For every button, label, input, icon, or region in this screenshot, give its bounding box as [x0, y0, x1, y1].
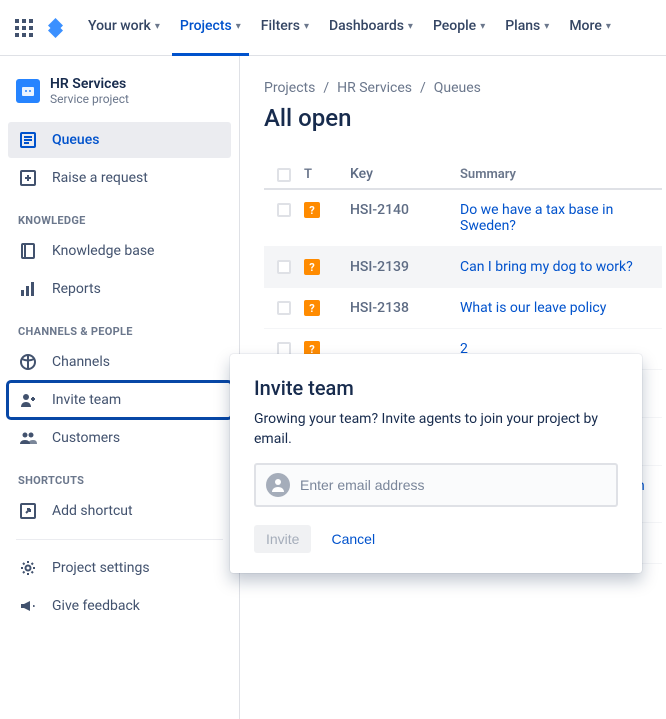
modal-title: Invite team: [254, 376, 618, 400]
top-navigation: Your work ▾ Projects ▾ Filters ▾ Dashboards…: [0, 0, 666, 56]
issue-summary-link[interactable]: What is our leave policy: [460, 300, 606, 316]
nav-your-work[interactable]: Your work ▾: [80, 0, 168, 56]
sidebar-heading-shortcuts: SHORTCUTS: [8, 458, 231, 493]
sidebar-label: Channels: [52, 354, 110, 370]
sidebar-item-give-feedback[interactable]: Give feedback: [8, 588, 231, 624]
person-icon: [266, 473, 290, 497]
column-header-summary[interactable]: Summary: [460, 167, 662, 182]
issue-key[interactable]: HSI-2140: [350, 202, 460, 218]
nav-plans[interactable]: Plans ▾: [497, 0, 557, 56]
sidebar-heading-channels: CHANNELS & PEOPLE: [8, 309, 231, 344]
breadcrumb-projects[interactable]: Projects: [264, 80, 315, 96]
issue-summary-link[interactable]: Can I bring my dog to work?: [460, 259, 633, 275]
sidebar-label: Queues: [52, 132, 99, 148]
chevron-down-icon: ▾: [544, 21, 549, 32]
row-checkbox[interactable]: [277, 203, 291, 217]
sidebar-item-add-shortcut[interactable]: Add shortcut: [8, 493, 231, 529]
sidebar-item-reports[interactable]: Reports: [8, 271, 231, 307]
nav-label: Projects: [180, 18, 232, 34]
chevron-down-icon: ▾: [408, 21, 413, 32]
breadcrumb-project[interactable]: HR Services: [337, 80, 412, 96]
sidebar-heading-knowledge: KNOWLEDGE: [8, 198, 231, 233]
sidebar-item-knowledge-base[interactable]: Knowledge base: [8, 233, 231, 269]
sidebar-label: Invite team: [52, 392, 121, 408]
issue-type-icon: ?: [304, 259, 320, 275]
sidebar-item-channels[interactable]: Channels: [8, 344, 231, 380]
sidebar-label: Project settings: [52, 560, 150, 576]
modal-description: Growing your team? Invite agents to join…: [254, 410, 618, 449]
select-all-checkbox[interactable]: [277, 168, 291, 182]
breadcrumb-queues[interactable]: Queues: [434, 80, 481, 96]
nav-label: Your work: [88, 18, 151, 34]
project-type: Service project: [50, 92, 129, 106]
people-icon: [18, 428, 38, 448]
sidebar-label: Give feedback: [52, 598, 140, 614]
book-icon: [18, 241, 38, 261]
issue-summary-link[interactable]: Do we have a tax base in Sweden?: [460, 202, 613, 234]
megaphone-icon: [18, 596, 38, 616]
table-row[interactable]: ? HSI-2138 What is our leave policy: [264, 288, 662, 329]
nav-label: People: [433, 18, 476, 34]
nav-label: Plans: [505, 18, 540, 34]
plus-box-icon: [18, 168, 38, 188]
page-title: All open: [264, 104, 662, 132]
email-input-wrapper[interactable]: [254, 463, 618, 507]
table-header: T Key Summary: [264, 160, 662, 190]
app-switcher-icon[interactable]: [12, 16, 36, 40]
row-checkbox[interactable]: [277, 301, 291, 315]
issue-type-icon: ?: [304, 202, 320, 218]
issue-type-icon: ?: [304, 300, 320, 316]
divider: [16, 539, 223, 540]
breadcrumbs: Projects / HR Services / Queues: [264, 80, 662, 96]
chevron-down-icon: ▾: [606, 21, 611, 32]
chevron-down-icon: ▾: [480, 21, 485, 32]
nav-projects[interactable]: Projects ▾: [172, 0, 249, 56]
issue-key[interactable]: HSI-2138: [350, 300, 460, 316]
breadcrumb-separator: /: [323, 80, 329, 96]
sidebar-item-invite-team[interactable]: Invite team: [8, 382, 231, 418]
person-plus-icon: [18, 390, 38, 410]
sidebar-item-queues[interactable]: Queues: [8, 122, 231, 158]
chevron-down-icon: ▾: [304, 21, 309, 32]
cancel-button[interactable]: Cancel: [319, 525, 387, 553]
shortcut-icon: [18, 501, 38, 521]
chevron-down-icon: ▾: [236, 21, 241, 32]
chevron-down-icon: ▾: [155, 21, 160, 32]
sidebar-item-customers[interactable]: Customers: [8, 420, 231, 456]
gear-icon: [18, 558, 38, 578]
nav-label: More: [569, 18, 602, 34]
table-row[interactable]: ? HSI-2139 Can I bring my dog to work?: [264, 247, 662, 288]
jira-logo-icon[interactable]: [44, 16, 68, 40]
queues-icon: [18, 130, 38, 150]
sidebar-label: Raise a request: [52, 170, 148, 186]
sidebar-item-raise-request[interactable]: Raise a request: [8, 160, 231, 196]
table-row[interactable]: ? HSI-2140 Do we have a tax base in Swed…: [264, 190, 662, 247]
nav-more[interactable]: More ▾: [561, 0, 619, 56]
invite-button[interactable]: Invite: [254, 525, 311, 553]
project-header: HR Services Service project: [8, 76, 231, 122]
project-avatar-icon: [16, 79, 40, 103]
nav-label: Filters: [261, 18, 300, 34]
invite-team-modal: Invite team Growing your team? Invite ag…: [230, 354, 642, 573]
chart-icon: [18, 279, 38, 299]
issue-key[interactable]: HSI-2139: [350, 259, 460, 275]
email-input[interactable]: [300, 477, 606, 493]
sidebar-item-project-settings[interactable]: Project settings: [8, 550, 231, 586]
nav-dashboards[interactable]: Dashboards ▾: [321, 0, 421, 56]
channels-icon: [18, 352, 38, 372]
breadcrumb-separator: /: [420, 80, 426, 96]
sidebar-label: Reports: [52, 281, 101, 297]
sidebar-label: Customers: [52, 430, 120, 446]
sidebar-label: Knowledge base: [52, 243, 154, 259]
nav-label: Dashboards: [329, 18, 404, 34]
sidebar: HR Services Service project Queues Raise…: [0, 56, 240, 719]
modal-actions: Invite Cancel: [254, 525, 618, 553]
nav-people[interactable]: People ▾: [425, 0, 493, 56]
column-header-type[interactable]: T: [304, 167, 350, 182]
row-checkbox[interactable]: [277, 260, 291, 274]
nav-filters[interactable]: Filters ▾: [253, 0, 317, 56]
project-name: HR Services: [50, 76, 129, 92]
column-header-key[interactable]: Key: [350, 166, 460, 182]
sidebar-label: Add shortcut: [52, 503, 133, 519]
